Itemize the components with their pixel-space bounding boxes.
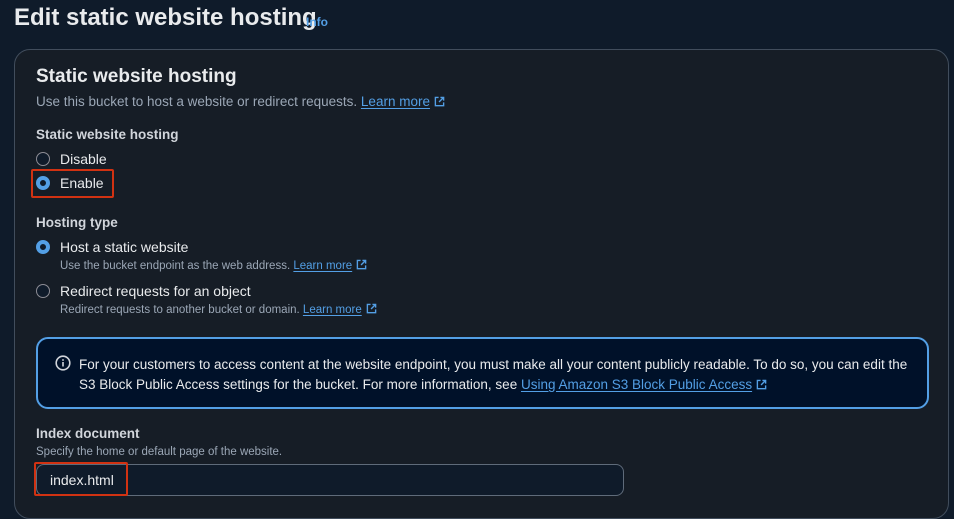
info-alert: For your customers to access content at … [36, 337, 929, 409]
index-document-label: Index document [36, 426, 140, 441]
info-circle-icon [55, 355, 71, 371]
block-public-access-link[interactable]: Using Amazon S3 Block Public Access [521, 377, 767, 392]
radio-host-static-website[interactable]: Host a static website Use the bucket end… [36, 239, 367, 272]
static-website-hosting-panel: Static website hosting Use this bucket t… [14, 49, 949, 519]
radio-description: Use the bucket endpoint as the web addre… [60, 259, 367, 272]
learn-more-link[interactable]: Learn more [293, 259, 367, 272]
enable-highlight-box [31, 169, 114, 198]
radio-button-selected[interactable] [36, 240, 50, 254]
radio-button[interactable] [36, 284, 50, 298]
hosting-label: Static website hosting [36, 127, 179, 142]
radio-redirect-requests[interactable]: Redirect requests for an object Redirect… [36, 283, 377, 316]
external-link-icon [366, 303, 377, 314]
alert-message: For your customers to access content at … [79, 357, 908, 392]
index-highlight-box [34, 462, 128, 496]
radio-disable[interactable]: Disable [36, 151, 107, 169]
info-link[interactable]: Info [306, 15, 328, 29]
external-link-icon [356, 259, 367, 270]
learn-more-link[interactable]: Learn more [361, 94, 445, 109]
index-document-description: Specify the home or default page of the … [36, 446, 283, 458]
radio-description: Redirect requests to another bucket or d… [60, 303, 377, 316]
external-link-icon [434, 96, 445, 107]
hosting-type-label: Hosting type [36, 215, 118, 230]
external-link-icon [756, 379, 767, 390]
radio-label: Host a static website [60, 239, 189, 255]
radio-button[interactable] [36, 152, 50, 166]
learn-more-link[interactable]: Learn more [303, 303, 377, 316]
radio-label: Redirect requests for an object [60, 283, 251, 299]
page-title: Edit static website hosting [14, 4, 317, 31]
section-description: Use this bucket to host a website or red… [36, 94, 445, 109]
radio-label: Disable [60, 151, 107, 167]
section-title: Static website hosting [36, 66, 237, 87]
